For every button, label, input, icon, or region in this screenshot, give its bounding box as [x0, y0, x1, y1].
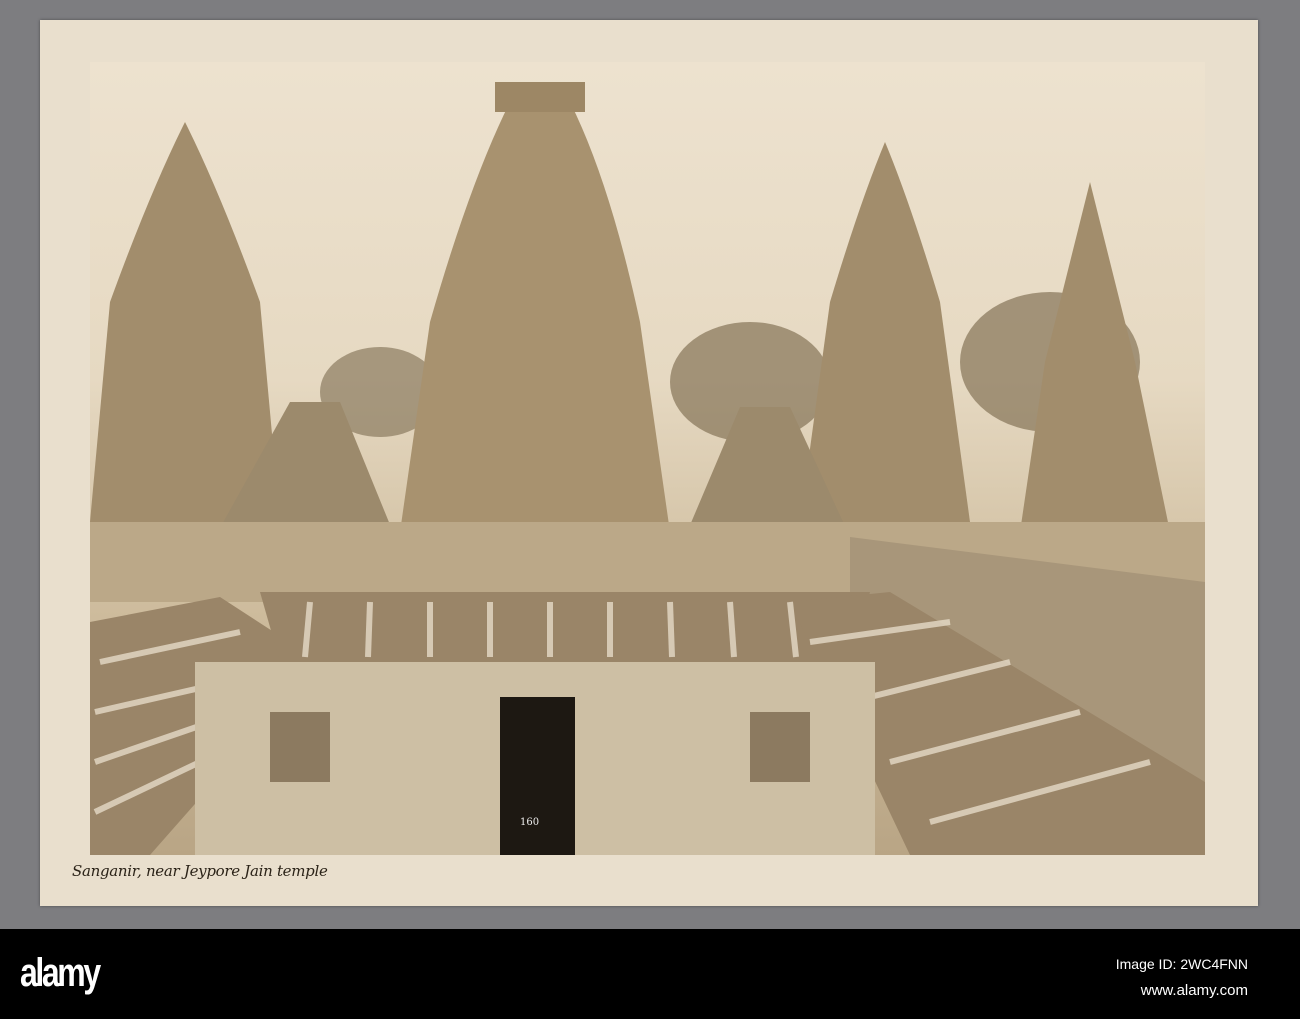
- handwritten-caption: Sanganir, near Jeypore Jain temple: [72, 862, 328, 880]
- watermark-band: alamy Image ID: 2WC4FNN www.alamy.com: [0, 929, 1300, 1019]
- alamy-logo: alamy: [20, 951, 101, 995]
- temple-photograph: 160: [90, 62, 1205, 855]
- site-url: www.alamy.com: [1140, 982, 1248, 999]
- door-number-label: 160: [520, 817, 540, 828]
- temple-illustration: [90, 82, 1205, 855]
- image-id: Image ID: 2WC4FNN: [1115, 956, 1248, 972]
